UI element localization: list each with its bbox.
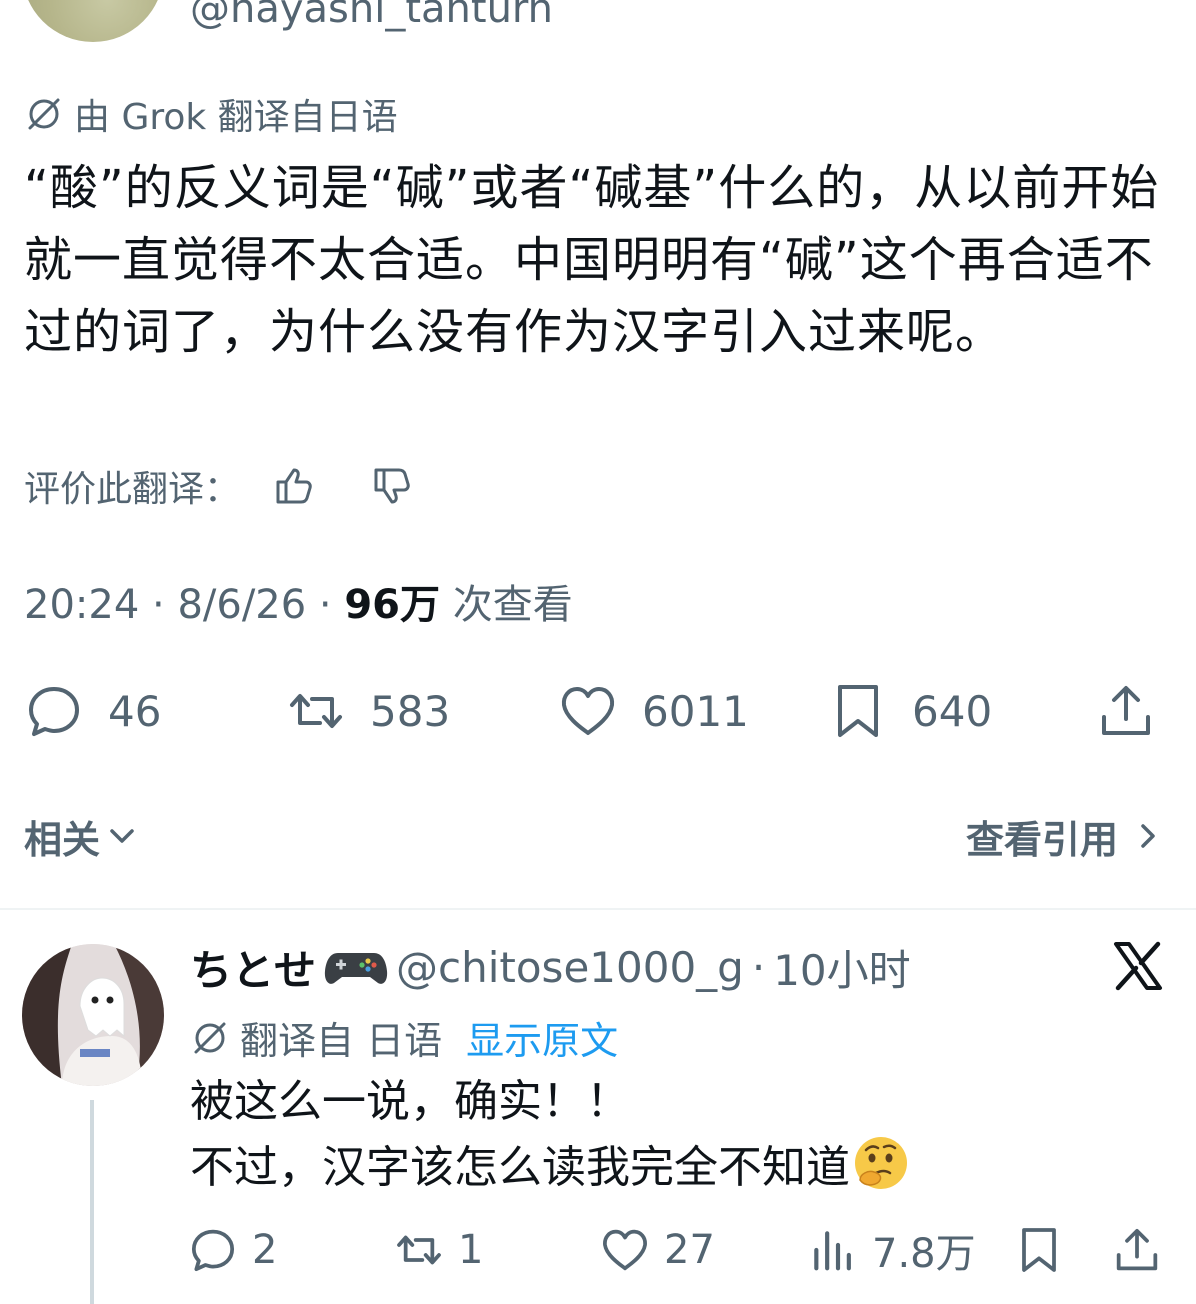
reply-action-bar: 2 1 27 7.8万 (0, 1222, 1196, 1278)
x-logo-icon (1114, 941, 1162, 991)
reply-text-line-1: 被这么一说，确实！！ (190, 1076, 630, 1127)
retweet-count: 583 (370, 686, 451, 736)
reply-like-button[interactable]: 27 (600, 1222, 715, 1278)
rate-translation-label: 评价此翻译： (24, 469, 241, 510)
reply-view-count: 7.8万 (872, 1231, 976, 1277)
views-chart-icon (814, 1231, 851, 1271)
thumbs-up-icon[interactable] (270, 462, 318, 510)
retweet-icon (397, 1235, 441, 1265)
chevron-down-icon (110, 829, 134, 843)
translation-note-text: 由 Grok 翻译自日语 (74, 97, 398, 138)
reply-display-name[interactable]: ちとせ (190, 937, 316, 998)
reply-retweet-button[interactable]: 1 (394, 1222, 483, 1278)
post-date: 8/6/26 (177, 582, 307, 628)
reply-button[interactable]: 46 (24, 676, 161, 746)
share-button[interactable] (1096, 676, 1156, 746)
reply-retweet-count: 1 (458, 1227, 484, 1273)
reply-author-avatar[interactable] (22, 944, 164, 1086)
reply-views-button[interactable]: 7.8万 (808, 1222, 976, 1278)
author-handle[interactable]: @hayashi_tanturn (190, 0, 553, 32)
reply-header: ちとせ @chitose1000_g · 10小时 (190, 934, 911, 1000)
like-icon (603, 1229, 647, 1271)
translate-icon (194, 1022, 226, 1053)
reply-icon (191, 1229, 235, 1272)
bookmark-button[interactable]: 640 (828, 676, 992, 746)
author-avatar[interactable] (22, 0, 164, 42)
avatar-image (22, 944, 164, 1086)
bookmark-icon (838, 685, 878, 737)
like-count: 6011 (642, 686, 749, 736)
retweet-icon (290, 694, 342, 728)
related-bar: 相关 查看引用 (24, 808, 1164, 864)
share-icon (1102, 686, 1150, 735)
post-time: 20:24 (24, 582, 140, 628)
retweet-button[interactable]: 583 (286, 676, 450, 746)
view-count: 96万 (344, 582, 441, 628)
reply-reply-button[interactable]: 2 (188, 1222, 277, 1278)
view-quotes-link[interactable]: 查看引用 (966, 809, 1164, 864)
bookmark-icon (1022, 1228, 1056, 1272)
reply-bookmark-button[interactable] (1014, 1222, 1064, 1278)
section-divider (0, 908, 1196, 910)
reply-handle[interactable]: @chitose1000_g (396, 943, 744, 992)
post-meta: 20:24 · 8/6/26 · 96万 次查看 (24, 582, 573, 628)
reply-text-line-2: 不过，汉字该怎么读我完全不知道 (190, 1142, 850, 1193)
like-icon (561, 687, 615, 735)
reply-time[interactable]: 10小时 (773, 937, 910, 998)
reply-text: 被这么一说，确实！！ 不过，汉字该怎么读我完全不知道 (190, 1070, 1170, 1200)
reply-icon (29, 687, 79, 736)
show-original-link[interactable]: 显示原文 (466, 1010, 618, 1065)
post-text: “酸”的反义词是“碱”或者“碱基”什么的，从以前开始就一直觉得不太合适。中国明明… (24, 160, 1160, 360)
reply-translation-text: 翻译自 日语 (240, 1019, 443, 1063)
reply-like-count: 27 (664, 1227, 715, 1273)
gamepad-icon (324, 953, 388, 984)
rate-translation: 评价此翻译： (24, 460, 416, 512)
post-action-bar: 46 583 6011 640 (0, 676, 1196, 746)
bookmark-count: 640 (912, 686, 993, 736)
reply-reply-count: 2 (252, 1227, 278, 1273)
reply-separator: · (751, 942, 766, 992)
view-label: 次查看 (452, 582, 573, 628)
chevron-right-icon (1141, 824, 1155, 848)
related-label: 相关 (24, 817, 101, 862)
translation-note: 由 Grok 翻译自日语 (24, 88, 398, 140)
post-detail-page: @hayashi_tanturn 由 Grok 翻译自日语 “酸”的反义词是“碱… (0, 0, 1196, 1304)
view-quotes-label: 查看引用 (965, 817, 1118, 862)
reply-text-line-2-wrap: 不过，汉字该怎么读我完全不知道 (190, 1134, 1170, 1200)
reply-share-button[interactable] (1112, 1222, 1162, 1278)
like-button[interactable]: 6011 (558, 676, 749, 746)
reply-translation-note: 翻译自 日语 显示原文 (190, 1010, 618, 1065)
thinking-face-emoji (855, 1137, 907, 1189)
reply-count: 46 (108, 686, 162, 736)
related-dropdown[interactable]: 相关 (24, 809, 138, 864)
translate-icon (28, 98, 60, 130)
thumbs-down-icon[interactable] (368, 462, 416, 510)
share-icon (1116, 1228, 1158, 1271)
